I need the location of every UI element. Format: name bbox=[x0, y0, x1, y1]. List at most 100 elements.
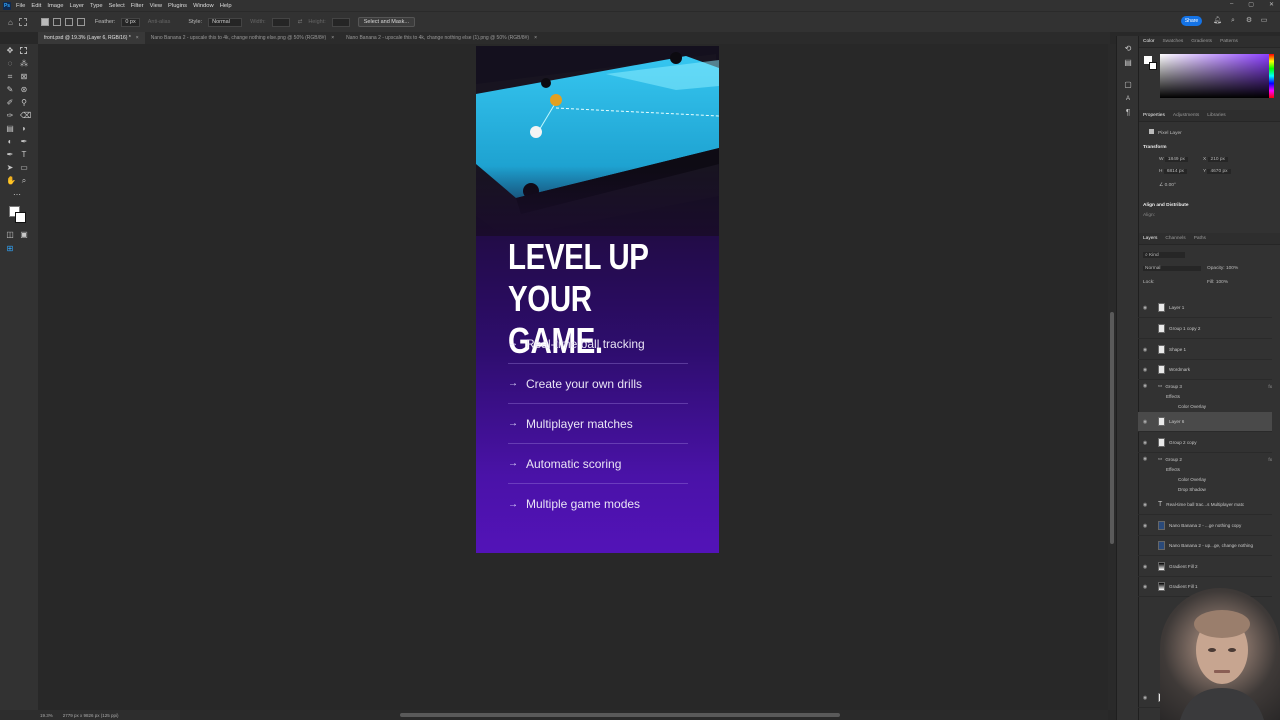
settings-icon[interactable]: ⚙ bbox=[1245, 17, 1253, 25]
gradient-tool-icon[interactable]: ▤ bbox=[6, 125, 14, 133]
feather-input[interactable]: 0 px bbox=[121, 17, 140, 27]
character-panel-icon[interactable]: A bbox=[1124, 95, 1132, 103]
home-icon[interactable]: ⌂ bbox=[8, 18, 13, 27]
x-field[interactable]: X 210 px bbox=[1203, 157, 1228, 162]
kind-filter[interactable]: ⌕ Kind bbox=[1143, 252, 1185, 258]
spot-heal-icon[interactable]: ⊛ bbox=[20, 86, 28, 94]
comments-panel-icon[interactable]: ▢ bbox=[1124, 81, 1132, 89]
close-tab-icon[interactable]: × bbox=[136, 35, 139, 41]
width-input[interactable] bbox=[271, 17, 290, 27]
tab-adjustments[interactable]: Adjustments bbox=[1173, 113, 1199, 118]
menu-image[interactable]: Image bbox=[47, 3, 63, 9]
lasso-tool-icon[interactable]: ◌ bbox=[6, 60, 14, 68]
screen-mode-icon[interactable]: ▣ bbox=[20, 231, 28, 239]
transform-heading[interactable]: Transform bbox=[1143, 145, 1166, 150]
tab-paths[interactable]: Paths bbox=[1194, 236, 1206, 241]
fx-icon[interactable]: fx bbox=[1268, 384, 1272, 389]
workspace-icon[interactable]: ▭ bbox=[1260, 17, 1268, 25]
new-selection-icon[interactable] bbox=[40, 18, 49, 26]
horizontal-scrollbar[interactable] bbox=[38, 710, 1108, 720]
intersect-selection-icon[interactable] bbox=[76, 18, 85, 26]
blur-tool-icon[interactable]: ◗ bbox=[20, 125, 28, 133]
properties-panel-icon[interactable]: ▤ bbox=[1124, 59, 1132, 67]
effect-row[interactable]: Drop Shadow bbox=[1138, 484, 1272, 494]
close-tab-icon[interactable]: × bbox=[331, 35, 334, 41]
menu-layer[interactable]: Layer bbox=[69, 3, 84, 9]
eye-icon[interactable]: ◉ bbox=[1138, 523, 1152, 529]
vertical-scrollbar[interactable] bbox=[1108, 44, 1116, 710]
close-tab-icon[interactable]: × bbox=[534, 35, 537, 41]
align-heading[interactable]: Align and Distribute bbox=[1143, 203, 1189, 208]
edit-toolbar-icon[interactable]: ⊞ bbox=[6, 245, 14, 253]
background-color-swatch[interactable] bbox=[15, 212, 26, 223]
opacity-field[interactable]: Opacity: 100% bbox=[1207, 266, 1238, 271]
color-picker-field[interactable] bbox=[1160, 54, 1270, 98]
menu-filter[interactable]: Filter bbox=[131, 3, 144, 9]
zoom-tool-icon[interactable]: ⌕ bbox=[20, 177, 28, 185]
eye-icon[interactable]: ◉ bbox=[1138, 383, 1152, 389]
eye-icon[interactable]: ◉ bbox=[1138, 695, 1152, 701]
antialias-label[interactable]: Anti-alias bbox=[148, 19, 171, 25]
height-input[interactable] bbox=[331, 17, 350, 27]
layer-row[interactable]: Nano Banana 2 - up...ge, change nothing bbox=[1138, 536, 1272, 556]
fill-field[interactable]: Fill: 100% bbox=[1207, 280, 1228, 285]
menu-view[interactable]: View bbox=[150, 3, 162, 9]
menu-help[interactable]: Help bbox=[220, 3, 232, 9]
tab-properties[interactable]: Properties bbox=[1143, 113, 1165, 118]
share-button[interactable]: Share bbox=[1181, 16, 1202, 26]
layer-row[interactable]: ◉ Gradient Fill 2 bbox=[1138, 557, 1272, 577]
effect-row[interactable]: Color Overlay bbox=[1138, 401, 1272, 411]
angle-value[interactable]: 0.00° bbox=[1165, 183, 1176, 188]
eye-icon[interactable]: ◉ bbox=[1138, 440, 1152, 446]
scroll-thumb[interactable] bbox=[400, 713, 840, 717]
eye-icon[interactable]: ◉ bbox=[1138, 367, 1152, 373]
layer-row[interactable]: Group 1 copy 2 bbox=[1138, 319, 1272, 339]
tab-nano-banana-2[interactable]: Nano Banana 2 - upscale this to 4k, chan… bbox=[340, 32, 543, 44]
fx-icon[interactable]: fx bbox=[1268, 457, 1272, 462]
opacity-value[interactable]: 100% bbox=[1226, 266, 1238, 271]
tab-patterns[interactable]: Patterns bbox=[1220, 39, 1238, 44]
artboard-tool-icon[interactable] bbox=[20, 47, 27, 54]
x-value[interactable]: 210 px bbox=[1207, 157, 1228, 162]
history-panel-icon[interactable]: ⟲ bbox=[1124, 45, 1132, 53]
history-brush-icon[interactable]: ✑ bbox=[6, 112, 14, 120]
brush-tool-icon[interactable]: ✐ bbox=[6, 99, 14, 107]
scroll-thumb[interactable] bbox=[1110, 312, 1114, 544]
layer-row[interactable]: ◉ Wordmark bbox=[1138, 360, 1272, 380]
more-tools-icon[interactable]: ⋯ bbox=[13, 191, 21, 199]
tab-channels[interactable]: Channels bbox=[1165, 236, 1185, 241]
paragraph-panel-icon[interactable]: ¶ bbox=[1124, 109, 1132, 117]
stamp-tool-icon[interactable]: ⚲ bbox=[20, 99, 28, 107]
w-value[interactable]: 1849 px bbox=[1164, 157, 1188, 162]
eye-icon[interactable]: ◉ bbox=[1138, 305, 1152, 311]
y-value[interactable]: 4670 px bbox=[1207, 169, 1231, 174]
path-select-icon[interactable]: ➤ bbox=[6, 164, 14, 172]
tab-nano-banana-1[interactable]: Nano Banana 2 - upscale this to 4k, chan… bbox=[145, 32, 340, 44]
pen-tool-icon[interactable]: ✒ bbox=[20, 138, 28, 146]
eye-icon[interactable]: ◉ bbox=[1138, 347, 1152, 353]
layer-group-row[interactable]: ◉ ▭ Group 2 fx bbox=[1138, 454, 1272, 464]
eye-icon[interactable]: ◉ bbox=[1138, 584, 1152, 590]
y-field[interactable]: Y 4670 px bbox=[1203, 169, 1231, 174]
pen-tool-icon-2[interactable]: ✒ bbox=[6, 151, 14, 159]
w-field[interactable]: W 1849 px bbox=[1159, 157, 1188, 162]
select-and-mask-button[interactable]: Select and Mask... bbox=[357, 17, 416, 27]
type-tool-icon[interactable]: T bbox=[20, 151, 28, 159]
hand-tool-icon[interactable]: ✋ bbox=[6, 177, 16, 185]
zoom-level[interactable]: 19.3% bbox=[40, 713, 53, 718]
menu-file[interactable]: File bbox=[16, 3, 25, 9]
hue-slider[interactable] bbox=[1269, 54, 1274, 98]
dodge-tool-icon[interactable]: ◐ bbox=[6, 138, 14, 146]
bell-icon[interactable]: 🔔︎ bbox=[1213, 17, 1222, 25]
layer-row[interactable]: ◉ Shape 1 bbox=[1138, 340, 1272, 360]
h-value[interactable]: 6814 px bbox=[1163, 169, 1187, 174]
close-icon[interactable]: ✕ bbox=[1269, 1, 1274, 8]
layer-row-selected[interactable]: ◉ Layer 6 bbox=[1138, 412, 1272, 432]
menu-edit[interactable]: Edit bbox=[31, 3, 41, 9]
effects-row[interactable]: Effects bbox=[1138, 464, 1272, 474]
add-selection-icon[interactable] bbox=[52, 18, 61, 26]
move-tool-icon[interactable]: ✥ bbox=[6, 47, 14, 55]
search-icon[interactable]: ⌕ bbox=[1229, 17, 1237, 25]
fill-value[interactable]: 100% bbox=[1216, 280, 1228, 285]
frame-tool-icon[interactable]: ⊠ bbox=[20, 73, 28, 81]
